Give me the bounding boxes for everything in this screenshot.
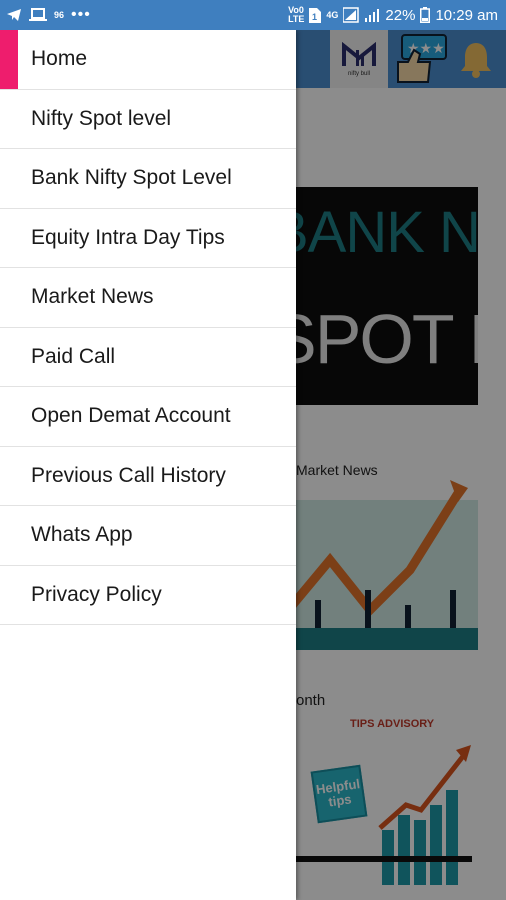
signal-icon [343,7,360,23]
telegram-icon [7,9,21,21]
menu-item-previous-call-history[interactable]: Previous Call History [0,447,296,506]
status-right: Vo0 LTE 1 4G 22% 10:29 am [288,5,498,25]
menu-item-label: Open Demat Account [31,404,231,428]
menu-item-label: Equity Intra Day Tips [31,225,225,249]
battery-icon [420,7,431,23]
network-label: 96 [54,9,65,20]
menu-item-paid-call[interactable]: Paid Call [0,328,296,387]
menu-item-equity-intra-day-tips[interactable]: Equity Intra Day Tips [0,209,296,268]
clock: 10:29 am [435,6,498,24]
sim-icon: 1 [309,7,322,23]
status-bar: 96 ••• Vo0 LTE 1 4G 22% 10:29 am [0,0,506,30]
signal-bars-icon [365,9,380,22]
status-left: 96 ••• [6,6,91,24]
menu-item-privacy-policy[interactable]: Privacy Policy [0,566,296,625]
menu-item-label: Nifty Spot level [31,106,172,130]
menu-item-label: Privacy Policy [31,582,162,606]
menu-item-home[interactable]: Home [0,30,296,90]
menu-item-open-demat-account[interactable]: Open Demat Account [0,387,296,447]
volte-label: Vo0 LTE [288,5,305,24]
menu-item-label: Market News [31,285,154,309]
svg-text:1: 1 [312,12,317,22]
menu-item-label: Whats App [31,523,133,547]
battery-percent: 22% [385,6,416,24]
menu-item-nifty-spot-level[interactable]: Nifty Spot level [0,90,296,149]
navigation-drawer: Home Nifty Spot level Bank Nifty Spot Le… [0,30,296,900]
menu-item-label: Home [31,47,88,71]
menu-item-label: Bank Nifty Spot Level [31,166,232,190]
menu-item-whats-app[interactable]: Whats App [0,506,296,566]
laptop-icon [29,8,47,21]
menu-item-market-news[interactable]: Market News [0,268,296,328]
menu-item-bank-nifty-spot-level[interactable]: Bank Nifty Spot Level [0,149,296,209]
menu-item-label: Previous Call History [31,463,226,487]
menu-item-label: Paid Call [31,344,116,368]
fourg-label: 4G [326,9,339,20]
more-icon: ••• [71,6,91,23]
